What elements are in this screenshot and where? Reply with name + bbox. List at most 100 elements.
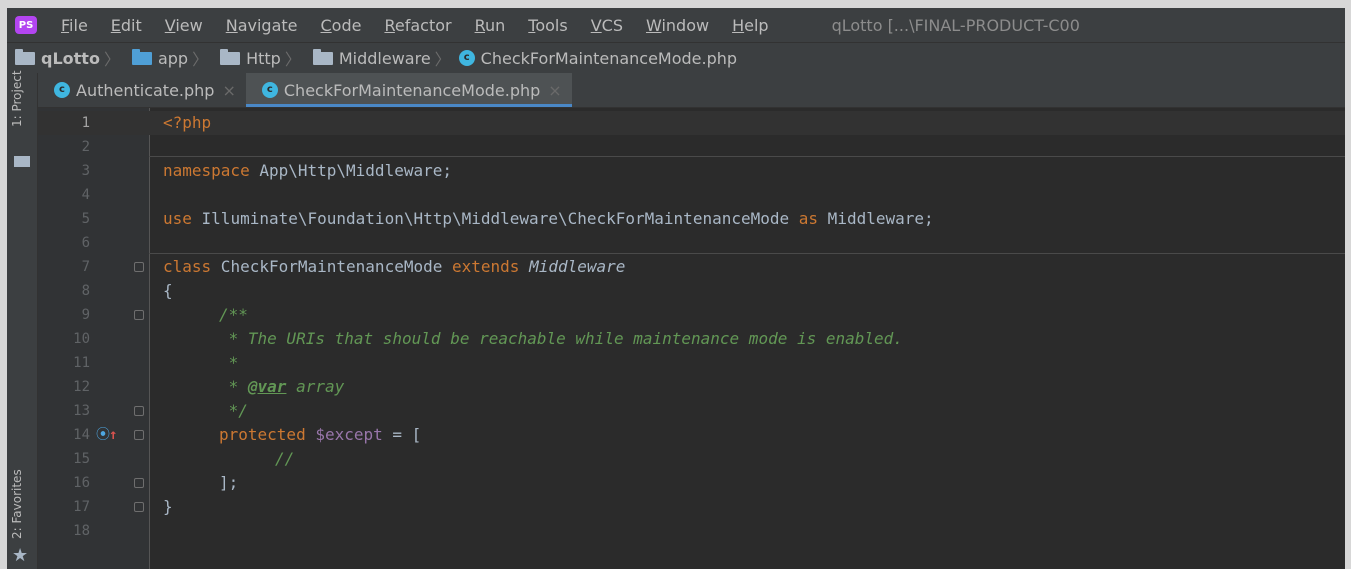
code-text: // xyxy=(275,449,295,468)
menu-refactor[interactable]: Refactor xyxy=(384,16,451,35)
line-number: 2 xyxy=(81,139,90,155)
code-text: protected $except = [ xyxy=(219,425,422,444)
code-text: * xyxy=(219,353,239,372)
class-icon: c xyxy=(54,82,70,98)
code-line: 2 xyxy=(38,135,1345,159)
line-number: 4 xyxy=(81,187,90,203)
crumb-http[interactable]: Http xyxy=(212,48,281,68)
menu-window[interactable]: Window xyxy=(646,16,709,35)
code-line: 7 class CheckForMaintenanceMode extends … xyxy=(38,255,1345,279)
tab-label: CheckForMaintenanceMode.php xyxy=(283,80,541,100)
menu-view[interactable]: View xyxy=(165,16,203,35)
code-line: 18 xyxy=(38,519,1345,543)
code-text: { xyxy=(163,281,173,300)
crumb-label: qLotto xyxy=(41,48,100,68)
fold-icon[interactable] xyxy=(134,262,144,272)
code-line: 16 ]; xyxy=(38,471,1345,495)
line-number: 3 xyxy=(81,163,90,179)
crumb-file[interactable]: c CheckForMaintenanceMode.php xyxy=(455,49,737,68)
favorites-tool-button[interactable]: 2: Favorites xyxy=(10,469,24,539)
code-text: namespace App\Http\Middleware; xyxy=(163,161,452,180)
menu-help[interactable]: Help xyxy=(732,16,768,35)
menu-code[interactable]: Code xyxy=(321,16,362,35)
line-number: 16 xyxy=(73,475,90,491)
chevron-right-icon: 〉 xyxy=(284,50,301,69)
folder-icon xyxy=(15,48,35,65)
line-number: 13 xyxy=(73,403,90,419)
menu-vcs[interactable]: VCS xyxy=(591,16,623,35)
line-number: 17 xyxy=(73,499,90,515)
code-line: 6 xyxy=(38,231,1345,255)
tool-window-strip: 1: Project 2: Favorites ★ xyxy=(7,70,38,569)
folder-icon xyxy=(131,48,152,65)
line-number: 8 xyxy=(81,283,90,299)
code-text: <?php xyxy=(163,113,212,132)
code-text: } xyxy=(163,497,173,516)
crumb-project[interactable]: qLotto xyxy=(7,48,100,68)
line-number: 15 xyxy=(73,451,90,467)
line-number: 1 xyxy=(81,115,90,131)
crumb-label: Http xyxy=(246,48,281,68)
code-editor[interactable]: 1 <?php 2 3 namespace App\Http\Middlewar… xyxy=(38,108,1345,569)
code-line: 9 /** xyxy=(38,303,1345,327)
override-marker-icon[interactable]: ⦿ xyxy=(96,423,110,447)
menu-tools[interactable]: Tools xyxy=(528,16,567,35)
ide-window: PS File Edit View Navigate Code Refactor… xyxy=(7,8,1345,569)
fold-icon[interactable] xyxy=(134,430,144,440)
menu-bar: PS File Edit View Navigate Code Refactor… xyxy=(7,8,1345,42)
breadcrumb: qLotto 〉 app 〉 Http 〉 Middleware 〉 c Che… xyxy=(7,42,1345,74)
line-number: 5 xyxy=(81,211,90,227)
tab-authenticate[interactable]: c Authenticate.php × xyxy=(38,73,246,107)
line-number: 7 xyxy=(81,259,90,275)
menu-edit[interactable]: Edit xyxy=(111,16,142,35)
phpstorm-logo-icon: PS xyxy=(15,16,37,34)
folder-icon xyxy=(312,48,333,65)
fold-icon[interactable] xyxy=(134,310,144,320)
code-line: 17 } xyxy=(38,495,1345,519)
crumb-label: app xyxy=(157,48,189,68)
close-icon[interactable]: × xyxy=(222,81,235,100)
code-line: 15 // xyxy=(38,447,1345,471)
fold-icon[interactable] xyxy=(134,502,144,512)
chevron-right-icon: 〉 xyxy=(434,50,451,69)
line-number: 14 xyxy=(73,427,90,443)
menu-navigate[interactable]: Navigate xyxy=(226,16,298,35)
window-title: qLotto [...\FINAL-PRODUCT-C00 xyxy=(831,15,1080,35)
tab-check-for-maintenance-mode[interactable]: c CheckForMaintenanceMode.php × xyxy=(245,73,572,107)
folder-icon xyxy=(14,156,30,167)
code-line: 13 */ xyxy=(38,399,1345,423)
fold-icon[interactable] xyxy=(134,406,144,416)
code-text: ]; xyxy=(219,473,239,492)
fold-icon[interactable] xyxy=(134,478,144,488)
code-text: class CheckForMaintenanceMode extends Mi… xyxy=(163,257,626,276)
crumb-label: Middleware xyxy=(338,48,431,68)
menu-run[interactable]: Run xyxy=(475,16,506,35)
line-number: 9 xyxy=(81,307,90,323)
code-text: */ xyxy=(219,401,248,420)
crumb-label: CheckForMaintenanceMode.php xyxy=(480,48,738,68)
code-text: /** xyxy=(219,305,248,324)
crumb-middleware[interactable]: Middleware xyxy=(305,48,431,68)
code-line: 8 { xyxy=(38,279,1345,303)
star-icon: ★ xyxy=(12,545,29,566)
code-line: 1 <?php xyxy=(38,111,1345,135)
line-number: 12 xyxy=(73,379,90,395)
line-number: 11 xyxy=(73,355,90,371)
class-icon: c xyxy=(458,50,475,66)
project-tool-button[interactable]: 1: Project xyxy=(10,70,24,127)
code-text: * @var array xyxy=(219,377,345,396)
crumb-app[interactable]: app xyxy=(124,48,189,68)
menu-file[interactable]: File xyxy=(61,16,88,35)
line-number: 18 xyxy=(73,523,90,539)
arrow-up-icon[interactable]: ↑ xyxy=(109,423,117,447)
tab-label: Authenticate.php xyxy=(76,80,215,100)
code-text: * The URIs that should be reachable whil… xyxy=(219,329,903,348)
editor-tabs: c Authenticate.php × c CheckForMaintenan… xyxy=(38,73,1345,108)
close-icon[interactable]: × xyxy=(548,81,561,100)
chevron-right-icon: 〉 xyxy=(192,50,209,69)
line-number: 10 xyxy=(73,331,90,347)
line-number: 6 xyxy=(81,235,90,251)
chevron-right-icon: 〉 xyxy=(103,50,120,69)
folder-icon xyxy=(220,48,241,65)
code-line: 11 * xyxy=(38,351,1345,375)
